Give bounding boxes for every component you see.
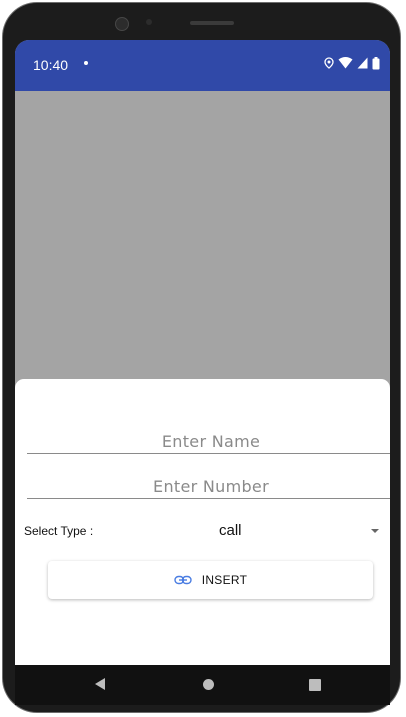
dropdown-arrow-icon[interactable]: [371, 529, 379, 533]
link-icon: [174, 575, 192, 585]
navigation-bar: [15, 665, 390, 705]
dim-overlay[interactable]: [15, 91, 390, 379]
front-camera: [115, 17, 129, 31]
type-select-row: Select Type : call: [15, 517, 390, 543]
home-icon[interactable]: [203, 679, 214, 690]
back-icon[interactable]: [95, 678, 105, 690]
select-type-label: Select Type :: [24, 524, 94, 538]
location-icon: [324, 57, 334, 69]
insert-button-label: INSERT: [201, 573, 248, 587]
insert-button[interactable]: INSERT: [48, 561, 373, 599]
notification-dot-icon: [84, 61, 88, 65]
cell-signal-icon: [357, 57, 368, 69]
recents-icon[interactable]: [309, 679, 321, 691]
battery-icon: [372, 56, 380, 69]
name-input[interactable]: Enter Name: [27, 432, 390, 454]
status-bar: 10:40: [15, 40, 390, 91]
camera-sensor: [146, 19, 152, 25]
status-time: 10:40: [33, 57, 69, 73]
insert-bottom-sheet: Enter Name Enter Number Select Type : ca…: [15, 379, 390, 665]
screen: 10:40 Enter Name Enter Number Select Typ…: [15, 40, 390, 665]
status-icons: [324, 56, 380, 70]
earpiece-speaker: [190, 21, 234, 25]
type-spinner[interactable]: call: [219, 522, 242, 539]
wifi-icon: [338, 57, 353, 69]
number-input[interactable]: Enter Number: [27, 477, 390, 499]
